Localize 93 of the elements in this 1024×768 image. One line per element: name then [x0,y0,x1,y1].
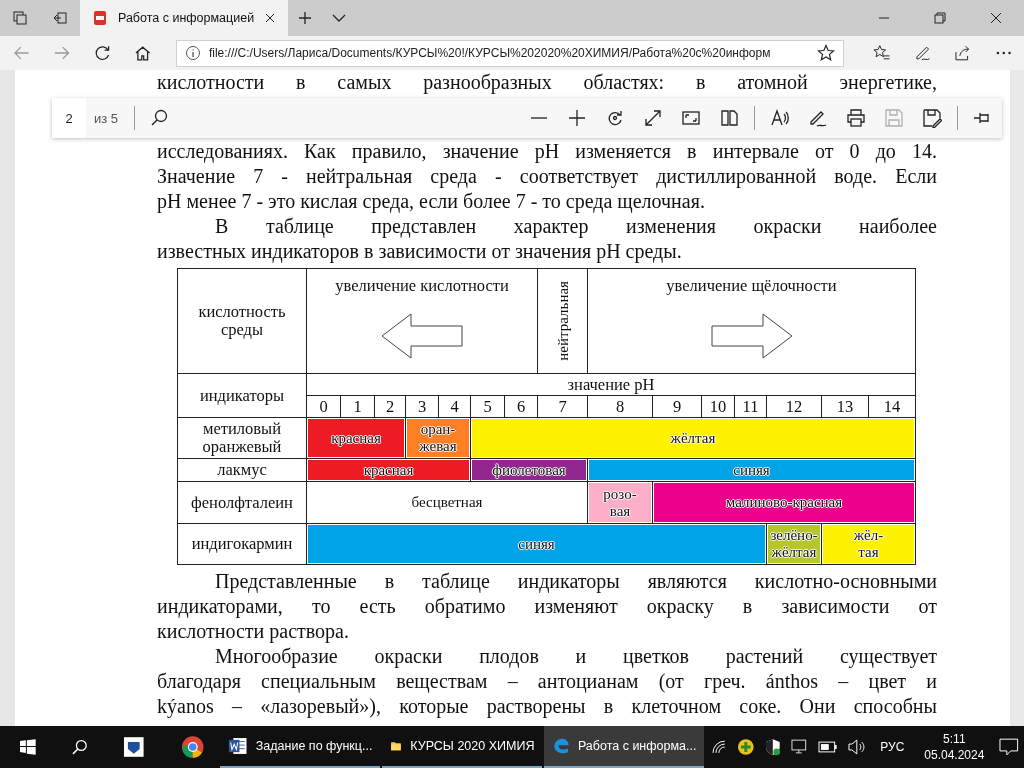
pdf-icon [92,10,108,26]
language-indicator[interactable]: РУС [880,740,905,754]
table-cell: 14 [869,396,915,417]
text-line: благодаря специальным веществам – антоцианам (от греч. ánthos – цвет и [157,669,937,694]
notification-icon[interactable] [999,738,1019,756]
clock[interactable]: 5:11 05.04.2024 [924,731,985,763]
table-cell: 0 [307,396,340,417]
table-cell: 3 [406,396,438,417]
color-band: зелёно- жёлтая [768,525,820,563]
table-cell: нейтральная [553,281,572,361]
table-cell: 9 [653,396,701,417]
plus-icon[interactable] [567,108,587,128]
right-arrow-icon [710,313,793,359]
chrome-icon[interactable] [180,735,205,759]
restore-icon[interactable] [934,12,946,24]
color-band: красная [308,419,404,457]
table-cell: значение pH [307,374,915,395]
text-line: исследованиях. Как правило, значение pH изменяется в интервале от 0 до 14. [157,139,937,164]
text-line: pH менее 7 - это кислая среда, если более 7 - то среда щелочная. [157,189,706,214]
speaker-icon[interactable] [770,108,790,128]
color-band: синяя [308,525,765,563]
page-count: из 5 [94,110,119,126]
text-line: Представленные в таблице индикаторы являются кислотно-основными [214,569,937,594]
speaker-icon[interactable] [847,739,866,755]
info-icon [184,45,201,61]
table-cell: увеличение щёлочности [666,277,837,295]
table-cell: кислотность среды [178,269,306,373]
page-number-field[interactable]: 2 [52,98,86,138]
home-icon[interactable] [134,44,152,62]
pages-icon[interactable] [719,108,739,128]
diagonal-arrow-icon[interactable] [643,108,663,128]
table-cell: увеличение кислотности [335,277,509,295]
table-cell: 11 [735,396,766,417]
text-line: кислотности раствора. [157,619,350,644]
table-cell: 6 [505,396,537,417]
app-icon[interactable] [123,736,145,758]
color-band: малиново-красная [654,483,914,522]
battery-icon[interactable] [818,741,838,753]
table-cell: 2 [375,396,405,417]
table-cell: 10 [702,396,734,417]
refresh-icon[interactable] [93,44,112,62]
browser-tab[interactable]: Работа с информацией [80,0,288,36]
pen-icon[interactable] [913,44,932,62]
text-line: индикаторами, то есть обратимо изменяют окраску в зависимости от [157,594,937,619]
text-line: Многообразие окраски плодов и цветков растений существует [214,644,937,669]
table-cell: 13 [822,396,868,417]
document-app-icon [228,735,248,757]
close-icon[interactable] [990,12,1002,24]
wifi-icon[interactable] [711,739,728,755]
taskbar-button[interactable]: КУРСЫ 2020 ХИМИЯ [382,726,543,768]
tab-title: Работа с информацией [118,11,254,25]
text-line: kýanos – «лазоревый»), которые растворены в клеточном соке. Они способны [157,694,937,719]
table-cell: индикаторы [178,374,306,417]
table-cell: метиловый оранжевый [178,418,306,458]
color-band: фиолетовая [472,460,586,480]
start-icon[interactable] [20,739,36,755]
text-line: кислотности в самых разнообразных областях: в атомной энергетике, [157,70,937,95]
text-line: известных индикаторов в зависимости от значения pH среды. [157,239,683,264]
table-cell: фенолфталеин [178,482,306,523]
color-band: синяя [589,460,914,480]
new-tab-icon[interactable] [297,10,313,26]
left-arrow-icon [381,313,463,359]
tab-actions-icon[interactable] [12,10,28,26]
table-cell: 4 [439,396,470,417]
table-cell: 12 [767,396,821,417]
table-cell: 8 [588,396,652,417]
text-line: В таблице представлен характер изменения окраски наиболее [214,214,937,239]
color-band: жёл- тая [823,525,914,563]
color-band: жёлтая [472,419,914,457]
color-band: розо- вая [589,483,651,522]
monitor-icon[interactable] [790,739,809,755]
share-icon[interactable] [954,44,972,62]
frame-icon[interactable] [681,108,701,128]
table-cell: 7 [538,396,587,417]
search-icon[interactable] [71,739,88,755]
star-icon[interactable] [817,44,836,62]
shield-icon[interactable] [764,738,781,756]
color-band: красная [308,460,469,480]
table-cell: индигокармин [178,524,306,564]
print-icon[interactable] [846,108,866,128]
plus-badge-icon[interactable] [737,738,755,756]
taskbar-button[interactable]: Работа с информа... [544,726,705,768]
address-field[interactable]: file:///C:/Users/Лариса/Documents/КУРСЫ%20!/КУРСЫ%202020%20ХИМИЯ/Работа%20с%20информ [175,39,845,67]
table-cell: лакмус [178,459,306,481]
table-cell: 1 [341,396,374,417]
close-icon[interactable] [264,12,276,24]
save-as-icon[interactable] [922,108,942,128]
color-band: оран- жевая [407,419,469,457]
text-line: Значение 7 - нейтральная среда - соответствует дистиллированной воде. Если [157,164,937,189]
favorites-icon[interactable] [873,44,891,62]
table-cell: 5 [471,396,504,417]
tabs-aside-icon[interactable] [52,10,68,26]
taskbar-button[interactable]: Задание по функц... [220,726,381,768]
